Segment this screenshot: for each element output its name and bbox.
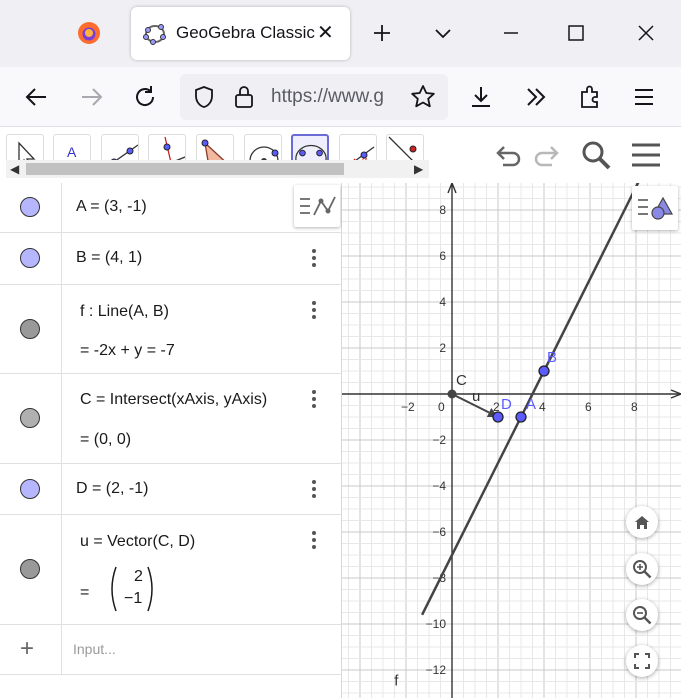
definition-text[interactable]: B = (4, 1) <box>76 249 142 267</box>
graphics-view[interactable]: −2024688642−2−4−6−8−10−12 C u D A B f <box>342 183 681 698</box>
main-menu-icon[interactable] <box>630 140 662 170</box>
maximize-icon[interactable] <box>561 18 591 48</box>
y-tick-label: −4 <box>432 479 446 493</box>
label-A: A <box>526 396 536 413</box>
lock-icon[interactable] <box>232 84 256 110</box>
visibility-marble[interactable] <box>20 248 40 268</box>
visibility-marble[interactable] <box>20 197 40 217</box>
label-u: u <box>472 388 480 405</box>
algebra-row-D[interactable]: D = (2, -1) <box>0 464 342 515</box>
definition-text[interactable]: A = (3, -1) <box>76 198 147 216</box>
scroll-left-icon[interactable]: ◀ <box>10 162 19 176</box>
x-tick-label: 0 <box>438 400 445 414</box>
zoom-in-icon[interactable] <box>626 553 658 585</box>
definition-text[interactable]: D = (2, -1) <box>76 480 148 498</box>
more-options-icon[interactable] <box>306 529 322 551</box>
algebra-view: A = (3, -1) B = (4, 1) f : Line(A, B) = … <box>0 183 342 698</box>
back-arrow-icon[interactable] <box>21 81 53 113</box>
extensions-puzzle-icon[interactable] <box>574 81 606 113</box>
forward-arrow-icon[interactable] <box>75 81 107 113</box>
redo-icon[interactable] <box>532 141 562 171</box>
output-text: = (0, 0) <box>80 431 132 448</box>
output-equals: = <box>80 584 90 601</box>
algebra-row-u[interactable]: u = Vector(C, D) = 2 −1 <box>0 515 342 625</box>
shield-icon[interactable] <box>192 85 216 109</box>
visibility-marble[interactable] <box>20 408 40 428</box>
x-tick-label: 6 <box>585 400 592 414</box>
downloads-icon[interactable] <box>465 81 497 113</box>
output-text: = -2x + y = -7 <box>80 342 175 359</box>
vector-u[interactable] <box>451 393 490 414</box>
firefox-icon[interactable] <box>76 20 102 46</box>
toolbar-scroll-thumb[interactable] <box>26 163 344 175</box>
new-tab-icon[interactable] <box>367 18 397 48</box>
more-options-icon[interactable] <box>306 247 322 269</box>
algebra-input-row[interactable]: + Input... <box>0 625 342 675</box>
home-icon[interactable] <box>626 506 658 538</box>
more-options-icon[interactable] <box>306 299 322 321</box>
algebra-row-C[interactable]: C = Intersect(xAxis, yAxis) = (0, 0) <box>0 374 342 464</box>
toolbar-scrollbar[interactable]: ◀ ▶ <box>6 160 429 178</box>
url-bar[interactable]: https://www.g <box>180 74 448 120</box>
algebra-row-A[interactable]: A = (3, -1) <box>0 183 342 233</box>
reload-icon[interactable] <box>129 81 161 113</box>
bookmark-star-icon[interactable] <box>410 84 436 110</box>
algebra-style-bar-button[interactable] <box>294 185 340 227</box>
tab-close-icon[interactable]: ✕ <box>317 20 334 45</box>
undo-icon[interactable] <box>493 141 523 171</box>
y-tick-label: −2 <box>432 433 446 447</box>
definition-text[interactable]: u = Vector(C, D) <box>80 533 195 551</box>
algebra-input-field[interactable]: Input... <box>73 641 116 657</box>
tab-title: GeoGebra Classic <box>176 23 315 42</box>
scroll-right-icon[interactable]: ▶ <box>414 162 423 176</box>
vector-component-y: −1 <box>124 590 143 607</box>
browser-tab-bar: GeoGebra Classic ✕ <box>0 0 681 67</box>
vector-component-x: 2 <box>134 568 143 585</box>
algebra-row-f[interactable]: f : Line(A, B) = -2x + y = -7 <box>0 285 342 374</box>
point-C[interactable] <box>447 389 457 399</box>
visibility-marble[interactable] <box>20 559 40 579</box>
label-C: C <box>456 372 467 389</box>
fullscreen-icon[interactable] <box>626 645 658 677</box>
y-tick-label: 6 <box>439 249 446 263</box>
y-tick-label: −6 <box>432 525 446 539</box>
point-D[interactable] <box>492 411 504 423</box>
window-close-icon[interactable] <box>631 18 661 48</box>
definition-text[interactable]: f : Line(A, B) <box>80 303 169 321</box>
tab-geogebra[interactable]: GeoGebra Classic ✕ <box>131 7 350 60</box>
visibility-marble[interactable] <box>20 319 40 339</box>
y-tick-label: −12 <box>426 663 447 677</box>
zoom-out-icon[interactable] <box>626 599 658 631</box>
label-D: D <box>501 396 512 413</box>
y-tick-label: 4 <box>439 295 446 309</box>
more-options-icon[interactable] <box>306 478 322 500</box>
more-tools-chevrons-icon[interactable] <box>520 81 552 113</box>
definition-text[interactable]: C = Intersect(xAxis, yAxis) <box>80 391 267 409</box>
list-tabs-chevron-down-icon[interactable] <box>428 18 458 48</box>
label-B: B <box>547 349 557 366</box>
more-options-icon[interactable] <box>306 388 322 410</box>
url-text[interactable]: https://www.g <box>271 86 401 108</box>
search-icon[interactable] <box>580 139 612 171</box>
graphics-style-bar-button[interactable] <box>632 186 678 230</box>
point-B[interactable] <box>538 365 550 377</box>
navigation-bar: https://www.g <box>0 67 681 127</box>
svg-text:A: A <box>67 144 77 160</box>
point-A[interactable] <box>515 411 527 423</box>
app-menu-icon[interactable] <box>628 81 660 113</box>
y-tick-label: 8 <box>439 203 446 217</box>
algebra-row-B[interactable]: B = (4, 1) <box>0 233 342 285</box>
y-tick-label: −10 <box>426 617 447 631</box>
x-tick-label: 8 <box>631 400 638 414</box>
x-tick-label: −2 <box>401 400 415 414</box>
x-tick-label: 4 <box>539 400 546 414</box>
visibility-marble[interactable] <box>20 479 40 499</box>
add-item-icon[interactable]: + <box>20 635 34 663</box>
y-tick-label: 2 <box>439 341 446 355</box>
geogebra-favicon-icon <box>143 24 166 45</box>
minimize-icon[interactable] <box>496 18 526 48</box>
